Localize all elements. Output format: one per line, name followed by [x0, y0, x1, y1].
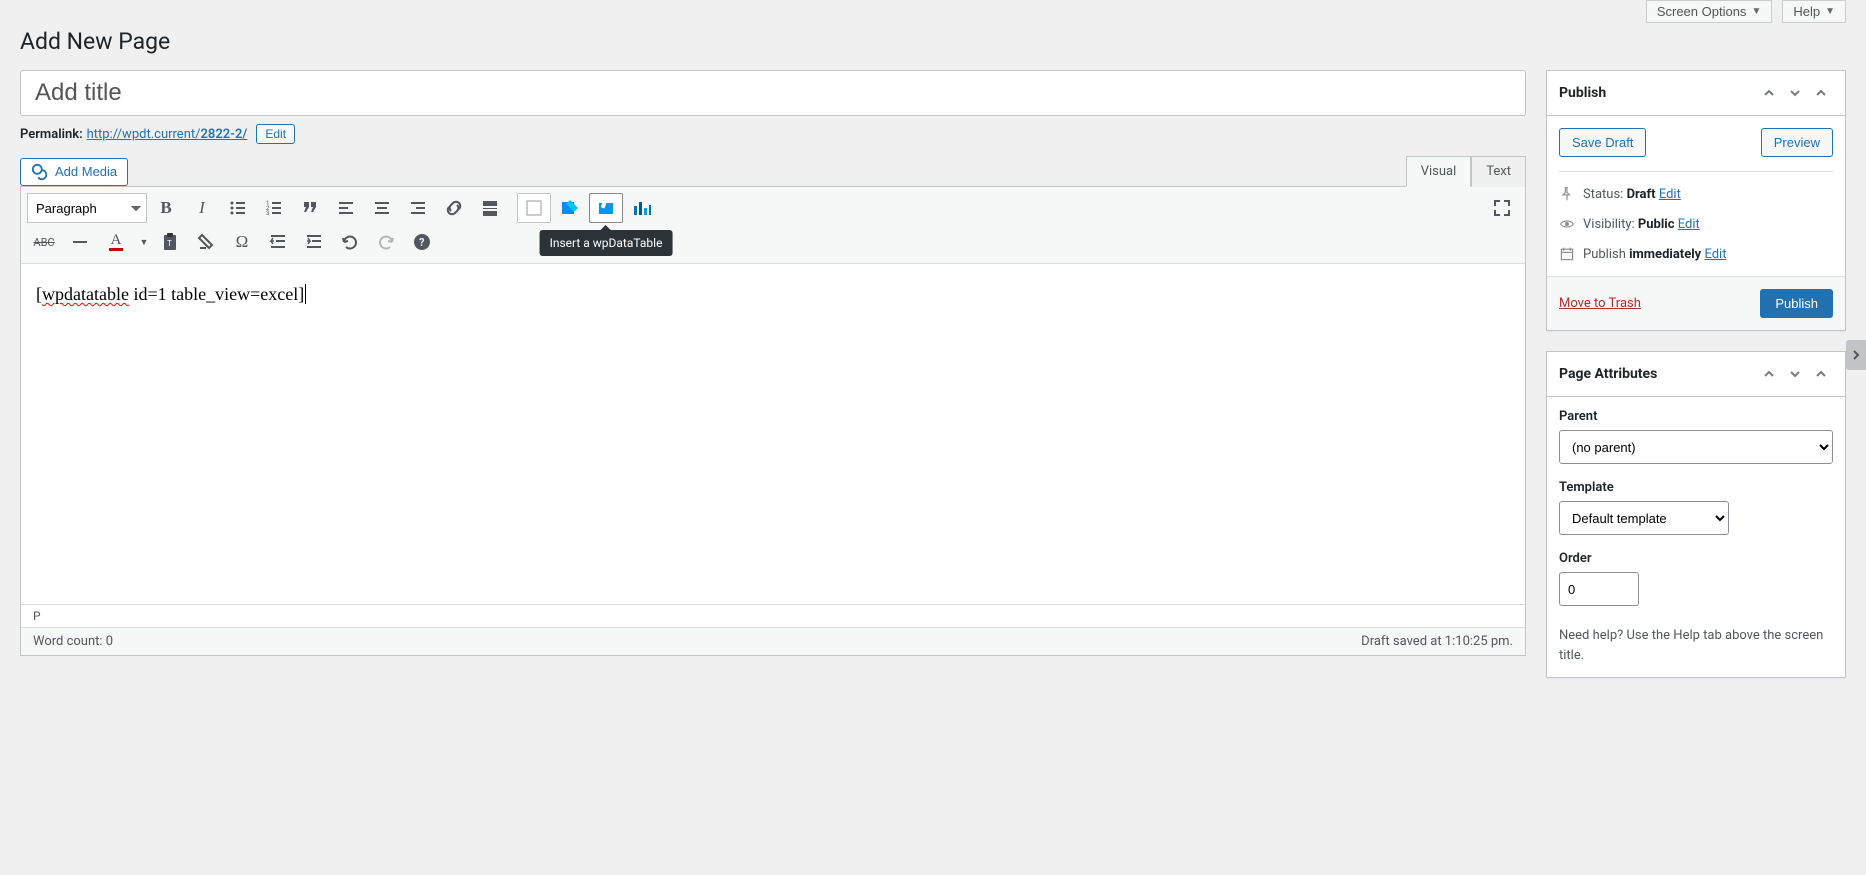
strikethrough-button[interactable]: ABC	[27, 227, 61, 257]
permalink-link[interactable]: http://wpdt.current/2822-2/	[87, 127, 248, 142]
text-cursor	[305, 284, 306, 304]
keyboard-help-button[interactable]: ?	[405, 227, 439, 257]
outdent-button[interactable]	[261, 227, 295, 257]
permalink-row: Permalink: http://wpdt.current/2822-2/ E…	[20, 124, 1526, 144]
italic-button[interactable]: I	[185, 193, 219, 223]
help-text: Need help? Use the Help tab above the sc…	[1559, 626, 1833, 665]
move-down-button[interactable]	[1783, 362, 1807, 386]
parent-select[interactable]: (no parent)	[1559, 430, 1833, 464]
chevron-right-icon	[1851, 350, 1861, 360]
chevron-down-icon: ▼	[1825, 6, 1835, 17]
help-button[interactable]: Help▼	[1782, 0, 1846, 23]
draft-saved-status: Draft saved at 1:10:25 pm.	[1361, 634, 1513, 649]
edit-status-link[interactable]: Edit	[1659, 187, 1681, 202]
save-draft-button[interactable]: Save Draft	[1559, 128, 1646, 157]
permalink-label: Permalink:	[20, 127, 83, 142]
paste-text-button[interactable]: T	[153, 227, 187, 257]
tab-visual[interactable]: Visual	[1406, 156, 1472, 187]
parent-label: Parent	[1559, 409, 1833, 424]
clear-format-button[interactable]	[189, 227, 223, 257]
svg-text:3: 3	[266, 210, 269, 217]
page-attributes-title: Page Attributes	[1559, 366, 1657, 382]
edit-permalink-button[interactable]: Edit	[256, 124, 295, 144]
preview-button[interactable]: Preview	[1761, 128, 1833, 157]
svg-text:?: ?	[419, 236, 425, 249]
wpdt-new-button[interactable]	[553, 193, 587, 223]
toggle-panel-button[interactable]	[1809, 81, 1833, 105]
publish-title: Publish	[1559, 85, 1606, 101]
align-right-button[interactable]	[401, 193, 435, 223]
text-color-dropdown[interactable]: ▼	[135, 227, 151, 257]
link-button[interactable]	[437, 193, 471, 223]
visibility-row: Visibility: Public Edit	[1559, 216, 1833, 232]
blockquote-button[interactable]	[293, 193, 327, 223]
publish-box: Publish Save Draft Preview Status: Draf	[1546, 70, 1846, 331]
special-char-button[interactable]: Ω	[225, 227, 259, 257]
wpdt-chart-button[interactable]	[625, 193, 659, 223]
title-input[interactable]	[20, 70, 1526, 116]
align-left-button[interactable]	[329, 193, 363, 223]
number-list-button[interactable]: 123	[257, 193, 291, 223]
text-color-button[interactable]: A	[99, 227, 133, 257]
readmore-button[interactable]	[473, 193, 507, 223]
move-up-button[interactable]	[1757, 362, 1781, 386]
indent-button[interactable]	[297, 227, 331, 257]
word-count: Word count: 0	[33, 634, 113, 649]
move-down-button[interactable]	[1783, 81, 1807, 105]
calendar-icon	[1559, 246, 1575, 262]
bullet-list-button[interactable]	[221, 193, 255, 223]
wpdt-insert-button[interactable]: Insert a wpDataTable	[589, 193, 623, 223]
fullscreen-button[interactable]	[1485, 193, 1519, 223]
content-editor[interactable]: [wpdatatable id=1 table_view=excel]	[21, 264, 1525, 604]
pin-icon	[1559, 186, 1575, 202]
template-select[interactable]: Default template	[1559, 501, 1729, 535]
status-row: Status: Draft Edit	[1559, 186, 1833, 202]
format-select[interactable]: Paragraph	[27, 193, 147, 223]
page-attributes-box: Page Attributes Parent (no parent) Templ…	[1546, 351, 1846, 678]
order-label: Order	[1559, 551, 1833, 566]
toolbar-toggle-button[interactable]	[517, 193, 551, 223]
template-label: Template	[1559, 480, 1833, 495]
undo-button[interactable]	[333, 227, 367, 257]
toggle-panel-button[interactable]	[1809, 362, 1833, 386]
hr-button[interactable]	[63, 227, 97, 257]
page-title: Add New Page	[20, 28, 1846, 55]
publish-button[interactable]: Publish	[1760, 289, 1833, 318]
element-path: P	[21, 604, 1525, 627]
move-up-button[interactable]	[1757, 81, 1781, 105]
edit-visibility-link[interactable]: Edit	[1678, 217, 1700, 232]
chevron-down-icon: ▼	[1751, 6, 1761, 17]
editor-box: Paragraph B I 123	[20, 186, 1526, 656]
bold-button[interactable]: B	[149, 193, 183, 223]
order-input[interactable]	[1559, 572, 1639, 606]
move-to-trash-link[interactable]: Move to Trash	[1559, 296, 1641, 311]
collapse-sidebar-button[interactable]	[1846, 340, 1866, 370]
media-icon	[31, 163, 49, 181]
add-media-button[interactable]: Add Media	[20, 158, 128, 186]
svg-text:T: T	[167, 239, 172, 248]
tooltip: Insert a wpDataTable	[540, 230, 673, 256]
schedule-row: Publish immediately Edit	[1559, 246, 1833, 262]
tab-text[interactable]: Text	[1471, 156, 1526, 187]
align-center-button[interactable]	[365, 193, 399, 223]
edit-schedule-link[interactable]: Edit	[1704, 247, 1726, 262]
eye-icon	[1559, 216, 1575, 232]
redo-button[interactable]	[369, 227, 403, 257]
screen-options-button[interactable]: Screen Options▼	[1646, 0, 1773, 23]
